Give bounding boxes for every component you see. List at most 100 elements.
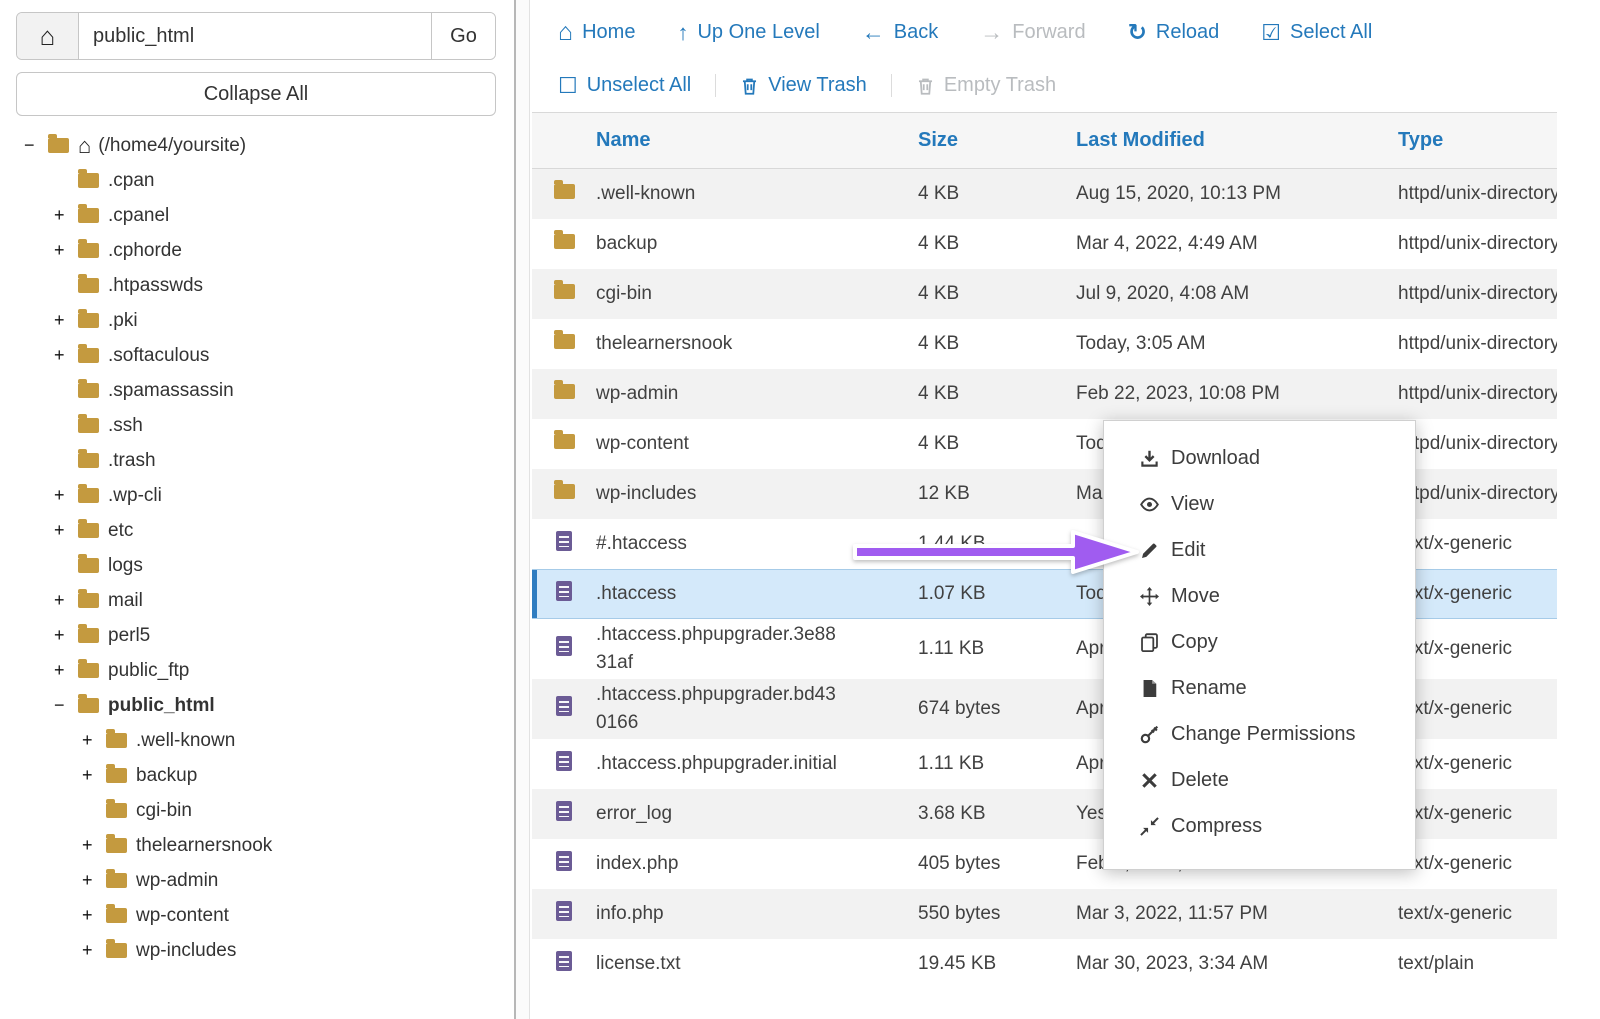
file-mime-type: text/x-generic bbox=[1398, 583, 1557, 605]
tree-item[interactable]: + public_ftp bbox=[0, 653, 512, 688]
tree-item[interactable]: + mail bbox=[0, 583, 512, 618]
tree-expander-icon[interactable]: + bbox=[82, 870, 106, 891]
context-menu-item-view[interactable]: View bbox=[1104, 481, 1415, 527]
file-mime-type: httpd/unix-directory bbox=[1398, 483, 1557, 505]
folder-icon bbox=[78, 383, 99, 398]
context-menu-item-download[interactable]: Download bbox=[1104, 435, 1415, 481]
tree-item[interactable]: .htpasswds bbox=[0, 268, 512, 303]
column-header-type[interactable]: Type bbox=[1398, 129, 1557, 152]
home-directory-button[interactable]: ⌂ bbox=[17, 13, 79, 59]
tree-expander-icon[interactable]: + bbox=[54, 660, 78, 681]
tree-item[interactable]: + wp-admin bbox=[0, 863, 512, 898]
tree-item-label: (/home4/yoursite) bbox=[98, 135, 246, 157]
column-header-modified[interactable]: Last Modified bbox=[1076, 129, 1398, 152]
tree-expander-icon[interactable]: + bbox=[82, 835, 106, 856]
up-one-level-button[interactable]: Up One Level bbox=[677, 21, 819, 44]
tree-item[interactable]: + .wp-cli bbox=[0, 478, 512, 513]
path-input[interactable] bbox=[79, 13, 431, 59]
file-last-modified: Mar 3, 2022, 11:57 PM bbox=[1076, 903, 1398, 925]
file-type-icon bbox=[556, 636, 572, 656]
tree-expander-icon[interactable]: + bbox=[54, 205, 78, 226]
tree-item[interactable]: + .cpanel bbox=[0, 198, 512, 233]
tree-expander-icon[interactable]: + bbox=[54, 590, 78, 611]
tree-expander-icon[interactable]: + bbox=[82, 940, 106, 961]
up-one-level-label: Up One Level bbox=[697, 21, 819, 44]
tree-expander-icon[interactable]: + bbox=[82, 765, 106, 786]
context-menu-item-rename[interactable]: Rename bbox=[1104, 665, 1415, 711]
tree-item[interactable]: + .cphorde bbox=[0, 233, 512, 268]
unselect-all-button[interactable]: Unselect All bbox=[558, 74, 715, 97]
tree-expander-icon[interactable]: + bbox=[54, 240, 78, 261]
path-bar: ⌂ Go bbox=[16, 12, 496, 60]
home-icon bbox=[78, 135, 91, 157]
panel-divider-scrollbar[interactable] bbox=[514, 0, 530, 1019]
collapse-all-button[interactable]: Collapse All bbox=[16, 72, 496, 116]
context-menu-item-edit[interactable]: Edit bbox=[1104, 527, 1415, 573]
file-type-icon bbox=[554, 284, 575, 299]
table-row[interactable]: cgi-bin 4 KB Jul 9, 2020, 4:08 AM httpd/… bbox=[532, 269, 1557, 319]
file-mime-type: httpd/unix-directory bbox=[1398, 433, 1557, 455]
tree-expander-icon[interactable]: + bbox=[54, 625, 78, 646]
context-menu-item-change-permissions[interactable]: Change Permissions bbox=[1104, 711, 1415, 757]
tree-expander-icon[interactable]: + bbox=[82, 730, 106, 751]
select-all-button[interactable]: Select All bbox=[1261, 21, 1372, 44]
table-row[interactable]: wp-admin 4 KB Feb 22, 2023, 10:08 PM htt… bbox=[532, 369, 1557, 419]
table-row[interactable]: backup 4 KB Mar 4, 2022, 4:49 AM httpd/u… bbox=[532, 219, 1557, 269]
home-label: Home bbox=[582, 21, 635, 44]
tree-item[interactable]: − (/home4/yoursite) bbox=[0, 128, 512, 163]
table-row[interactable]: .well-known 4 KB Aug 15, 2020, 10:13 PM … bbox=[532, 169, 1557, 219]
back-button[interactable]: Back bbox=[862, 21, 938, 44]
tree-expander-icon[interactable]: + bbox=[54, 310, 78, 331]
empty-trash-button[interactable]: Empty Trash bbox=[891, 74, 1080, 97]
tree-item[interactable]: .spamassassin bbox=[0, 373, 512, 408]
tree-item[interactable]: + wp-content bbox=[0, 898, 512, 933]
context-menu-label: Compress bbox=[1171, 815, 1262, 838]
file-size: 1.11 KB bbox=[918, 638, 1076, 660]
file-name: wp-content bbox=[596, 430, 918, 458]
table-row[interactable]: license.txt 19.45 KB Mar 30, 2023, 3:34 … bbox=[532, 939, 1557, 989]
reload-button[interactable]: Reload bbox=[1128, 21, 1220, 44]
tree-expander-icon[interactable]: + bbox=[54, 485, 78, 506]
table-row[interactable]: info.php 550 bytes Mar 3, 2022, 11:57 PM… bbox=[532, 889, 1557, 939]
tree-item[interactable]: + backup bbox=[0, 758, 512, 793]
context-menu-item-copy[interactable]: Copy bbox=[1104, 619, 1415, 665]
home-button[interactable]: Home bbox=[558, 20, 635, 45]
folder-icon bbox=[78, 488, 99, 503]
view-trash-button[interactable]: View Trash bbox=[715, 74, 891, 97]
file-icon bbox=[1140, 679, 1159, 698]
empty-trash-label: Empty Trash bbox=[944, 74, 1056, 97]
file-mime-type: text/x-generic bbox=[1398, 853, 1557, 875]
tree-item[interactable]: + .pki bbox=[0, 303, 512, 338]
context-menu-item-compress[interactable]: Compress bbox=[1104, 803, 1415, 849]
context-menu-item-move[interactable]: Move bbox=[1104, 573, 1415, 619]
folder-icon bbox=[78, 348, 99, 363]
tree-item[interactable]: + wp-includes bbox=[0, 933, 512, 968]
tree-expander-icon[interactable]: + bbox=[54, 520, 78, 541]
column-header-size[interactable]: Size bbox=[918, 129, 1076, 152]
forward-button[interactable]: Forward bbox=[980, 21, 1085, 44]
context-menu-item-delete[interactable]: Delete bbox=[1104, 757, 1415, 803]
tree-item[interactable]: .cpan bbox=[0, 163, 512, 198]
toolbar: Home Up One Level Back Forward Reload Se… bbox=[532, 0, 1557, 113]
tree-item[interactable]: + .well-known bbox=[0, 723, 512, 758]
tree-expander-icon[interactable]: + bbox=[82, 905, 106, 926]
tree-item-label: perl5 bbox=[108, 625, 150, 647]
table-row[interactable]: thelearnersnook 4 KB Today, 3:05 AM http… bbox=[532, 319, 1557, 369]
tree-item[interactable]: .ssh bbox=[0, 408, 512, 443]
tree-expander-icon[interactable]: − bbox=[24, 135, 48, 156]
tree-item[interactable]: .trash bbox=[0, 443, 512, 478]
folder-icon bbox=[78, 313, 99, 328]
tree-item-label: .cpan bbox=[108, 170, 154, 192]
column-header-name[interactable]: Name bbox=[596, 129, 918, 152]
tree-item[interactable]: + .softaculous bbox=[0, 338, 512, 373]
tree-item[interactable]: + thelearnersnook bbox=[0, 828, 512, 863]
tree-item[interactable]: − public_html bbox=[0, 688, 512, 723]
tree-expander-icon[interactable]: + bbox=[54, 345, 78, 366]
tree-item[interactable]: + perl5 bbox=[0, 618, 512, 653]
tree-item[interactable]: + etc bbox=[0, 513, 512, 548]
tree-expander-icon[interactable]: − bbox=[54, 695, 78, 716]
go-button[interactable]: Go bbox=[431, 13, 495, 59]
file-last-modified: Jul 9, 2020, 4:08 AM bbox=[1076, 283, 1398, 305]
tree-item[interactable]: cgi-bin bbox=[0, 793, 512, 828]
tree-item[interactable]: logs bbox=[0, 548, 512, 583]
